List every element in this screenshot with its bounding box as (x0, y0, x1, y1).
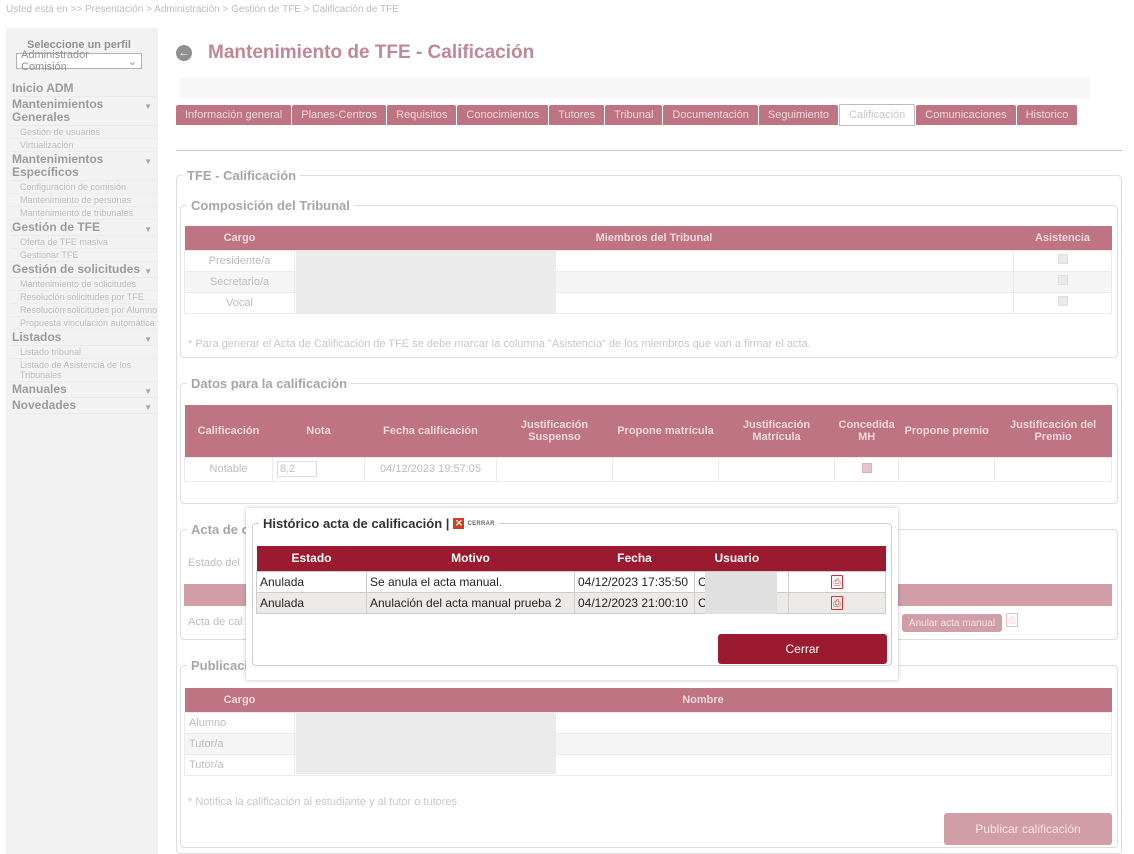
close-icon[interactable]: ✕ (453, 518, 465, 529)
pdf-icon[interactable]: ⎙ (831, 575, 843, 589)
table-row: Anulada Anulación del acta manual prueba… (256, 591, 886, 614)
redacted-user (705, 571, 777, 593)
historico-modal: Histórico acta de calificación | ✕ CERRA… (246, 508, 898, 680)
modal-title: Histórico acta de calificación | ✕ CERRA… (263, 516, 495, 531)
historico-table: Estado Motivo Fecha Usuario Anulada Se a… (256, 546, 886, 614)
redacted-user (705, 592, 777, 614)
table-row: Anulada Se anula el acta manual. 04/12/2… (256, 570, 886, 593)
pdf-icon[interactable]: ⎙ (831, 596, 843, 610)
cerrar-button[interactable]: Cerrar (718, 634, 887, 664)
modal-backdrop (0, 0, 1134, 854)
close-small-label[interactable]: CERRAR (467, 521, 494, 527)
